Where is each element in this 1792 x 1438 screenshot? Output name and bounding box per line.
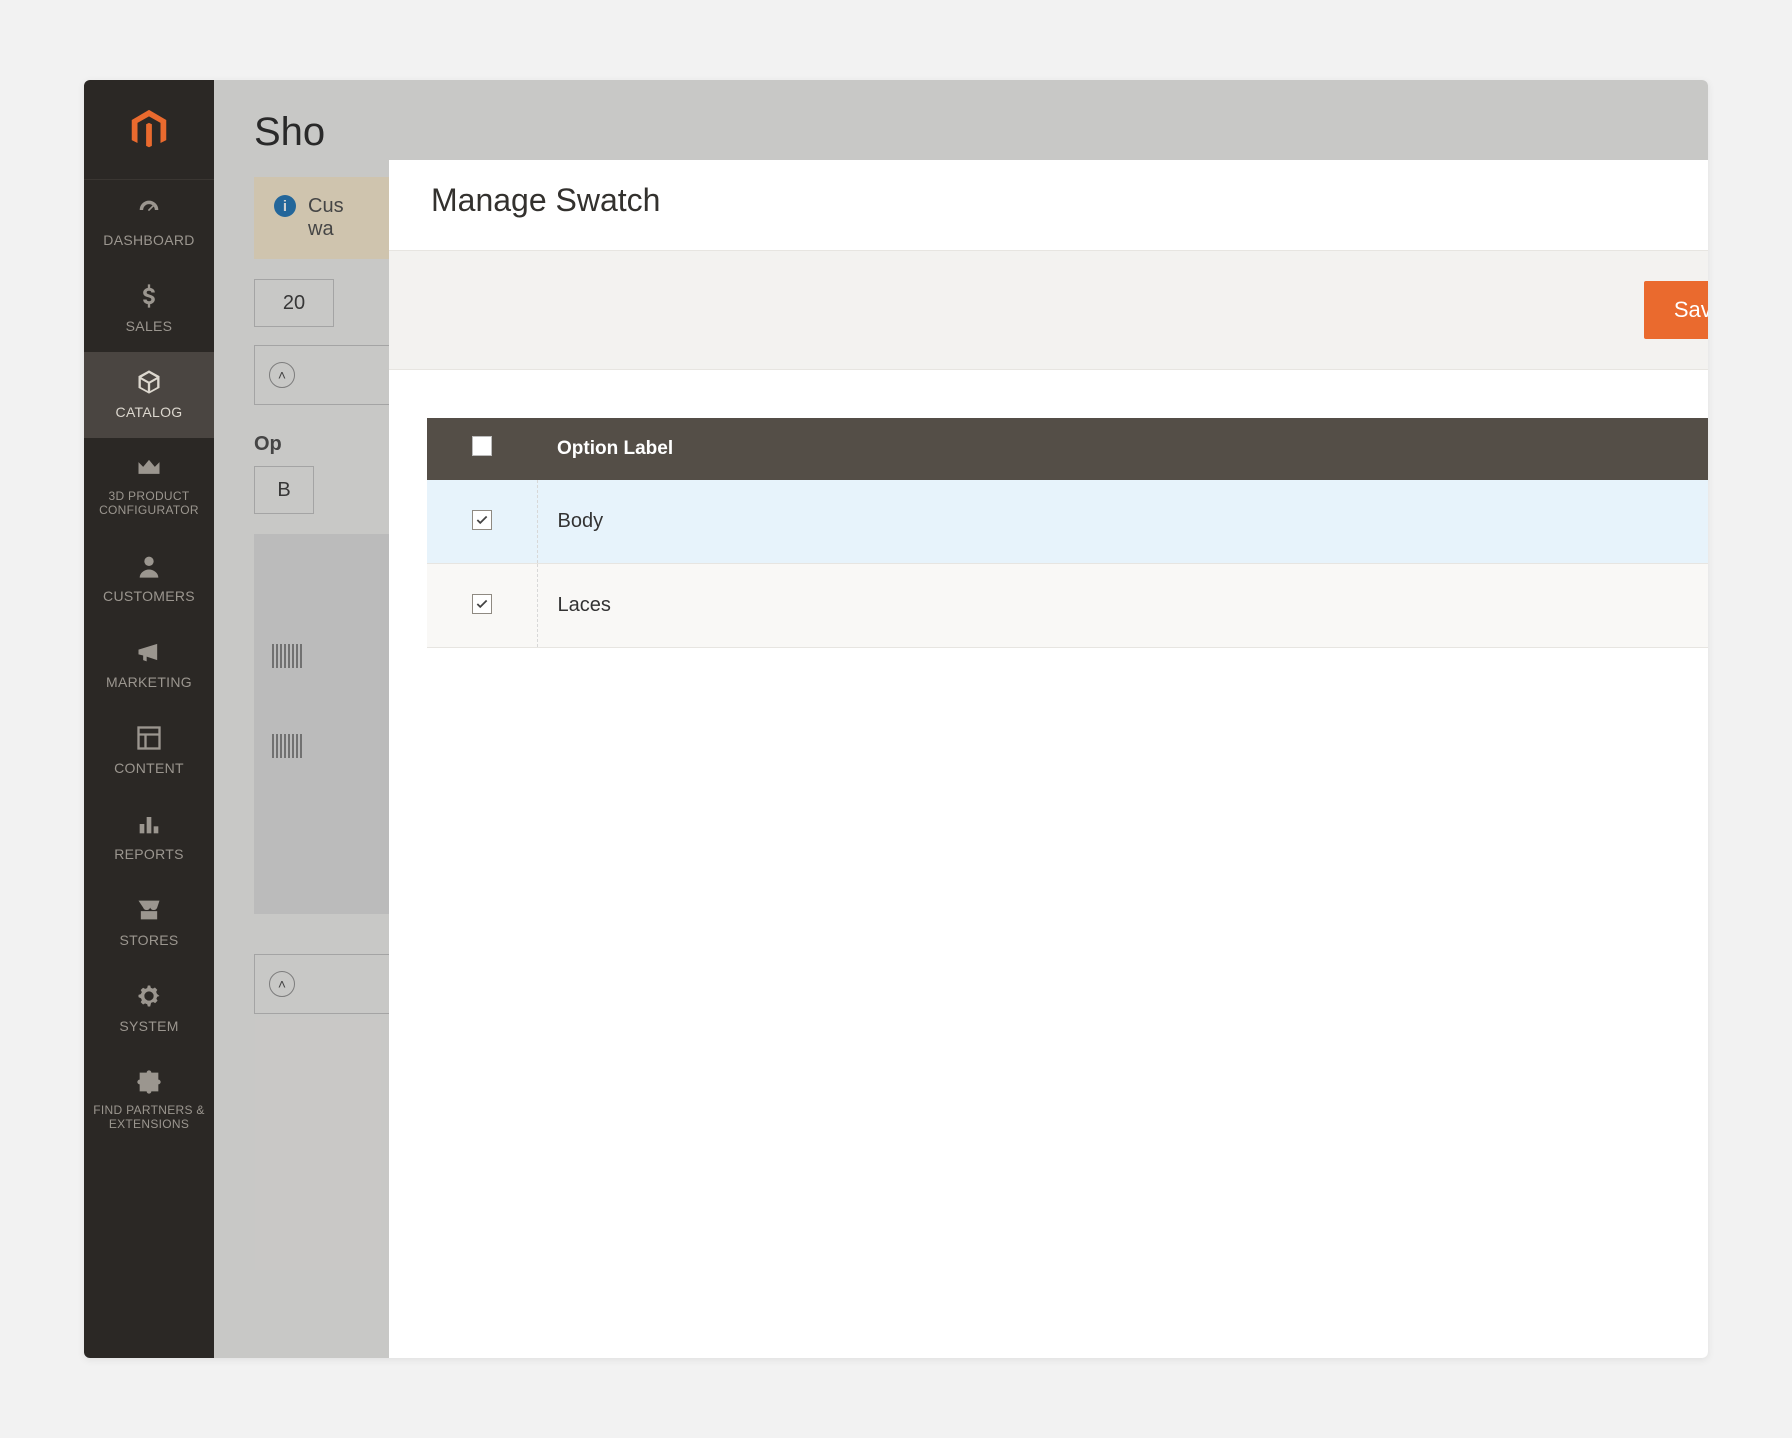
sidebar-item-content[interactable]: CONTENT xyxy=(84,708,214,794)
sidebar-item-stores[interactable]: STORES xyxy=(84,880,214,966)
row-label: Laces xyxy=(537,564,1708,648)
sidebar-item-label: STORES xyxy=(119,932,178,948)
modal-content: Option Label Body xyxy=(389,370,1708,686)
table-row[interactable]: Body xyxy=(427,480,1708,564)
layout-icon xyxy=(135,724,163,752)
sidebar-item-label: MARKETING xyxy=(106,674,192,690)
sidebar-item-label: 3D PRODUCT CONFIGURATOR xyxy=(88,490,210,518)
col-option-label: Option Label xyxy=(537,418,1708,480)
row-checkbox[interactable] xyxy=(472,510,492,530)
row-checkbox[interactable] xyxy=(472,594,492,614)
sidebar-item-label: REPORTS xyxy=(114,846,184,862)
col-checkbox xyxy=(427,418,537,480)
sidebar-item-label: CUSTOMERS xyxy=(103,588,195,604)
sidebar-item-customers[interactable]: CUSTOMERS xyxy=(84,536,214,622)
sidebar-item-label: SYSTEM xyxy=(119,1018,178,1034)
megaphone-icon xyxy=(135,638,163,666)
sidebar-item-system[interactable]: SYSTEM xyxy=(84,966,214,1052)
sidebar-item-marketing[interactable]: MARKETING xyxy=(84,622,214,708)
puzzle-icon xyxy=(135,1068,163,1096)
admin-window: DASHBOARD SALES CATALOG 3D PRODUCT CONFI… xyxy=(84,80,1708,1358)
dollar-icon xyxy=(135,282,163,310)
modal-title: Manage Swatch xyxy=(431,182,660,219)
person-icon xyxy=(135,552,163,580)
manage-swatch-modal: Manage Swatch Save xyxy=(389,160,1708,1358)
select-all-checkbox[interactable] xyxy=(472,436,492,456)
sidebar-item-sales[interactable]: SALES xyxy=(84,266,214,352)
save-button[interactable]: Save xyxy=(1644,281,1708,339)
modal-header: Manage Swatch xyxy=(389,160,1708,250)
sidebar-item-label: FIND PARTNERS & EXTENSIONS xyxy=(88,1104,210,1132)
sidebar-item-label: CONTENT xyxy=(114,760,184,776)
sidebar-item-label: SALES xyxy=(126,318,173,334)
sidebar-item-label: DASHBOARD xyxy=(103,232,194,248)
swatch-rows: Body Laces xyxy=(427,480,1708,648)
storefront-icon xyxy=(135,896,163,924)
gauge-icon xyxy=(135,196,163,224)
bars-icon xyxy=(135,810,163,838)
crown-icon xyxy=(135,454,163,482)
sidebar-item-3dconfigurator[interactable]: 3D PRODUCT CONFIGURATOR xyxy=(84,438,214,536)
magento-logo xyxy=(84,80,214,180)
sidebar-item-reports[interactable]: REPORTS xyxy=(84,794,214,880)
gear-icon xyxy=(135,982,163,1010)
sidebar-item-label: CATALOG xyxy=(116,404,183,420)
sidebar-item-partners[interactable]: FIND PARTNERS & EXTENSIONS xyxy=(84,1052,214,1150)
row-label: Body xyxy=(537,480,1708,564)
magento-logo-icon xyxy=(126,107,172,153)
modal-toolbar: Save xyxy=(389,250,1708,370)
sidebar-item-catalog[interactable]: CATALOG xyxy=(84,352,214,438)
sidebar-item-dashboard[interactable]: DASHBOARD xyxy=(84,180,214,266)
box-icon xyxy=(135,368,163,396)
table-row[interactable]: Laces xyxy=(427,564,1708,648)
swatch-table: Option Label Body xyxy=(427,418,1708,648)
admin-sidebar: DASHBOARD SALES CATALOG 3D PRODUCT CONFI… xyxy=(84,80,214,1358)
